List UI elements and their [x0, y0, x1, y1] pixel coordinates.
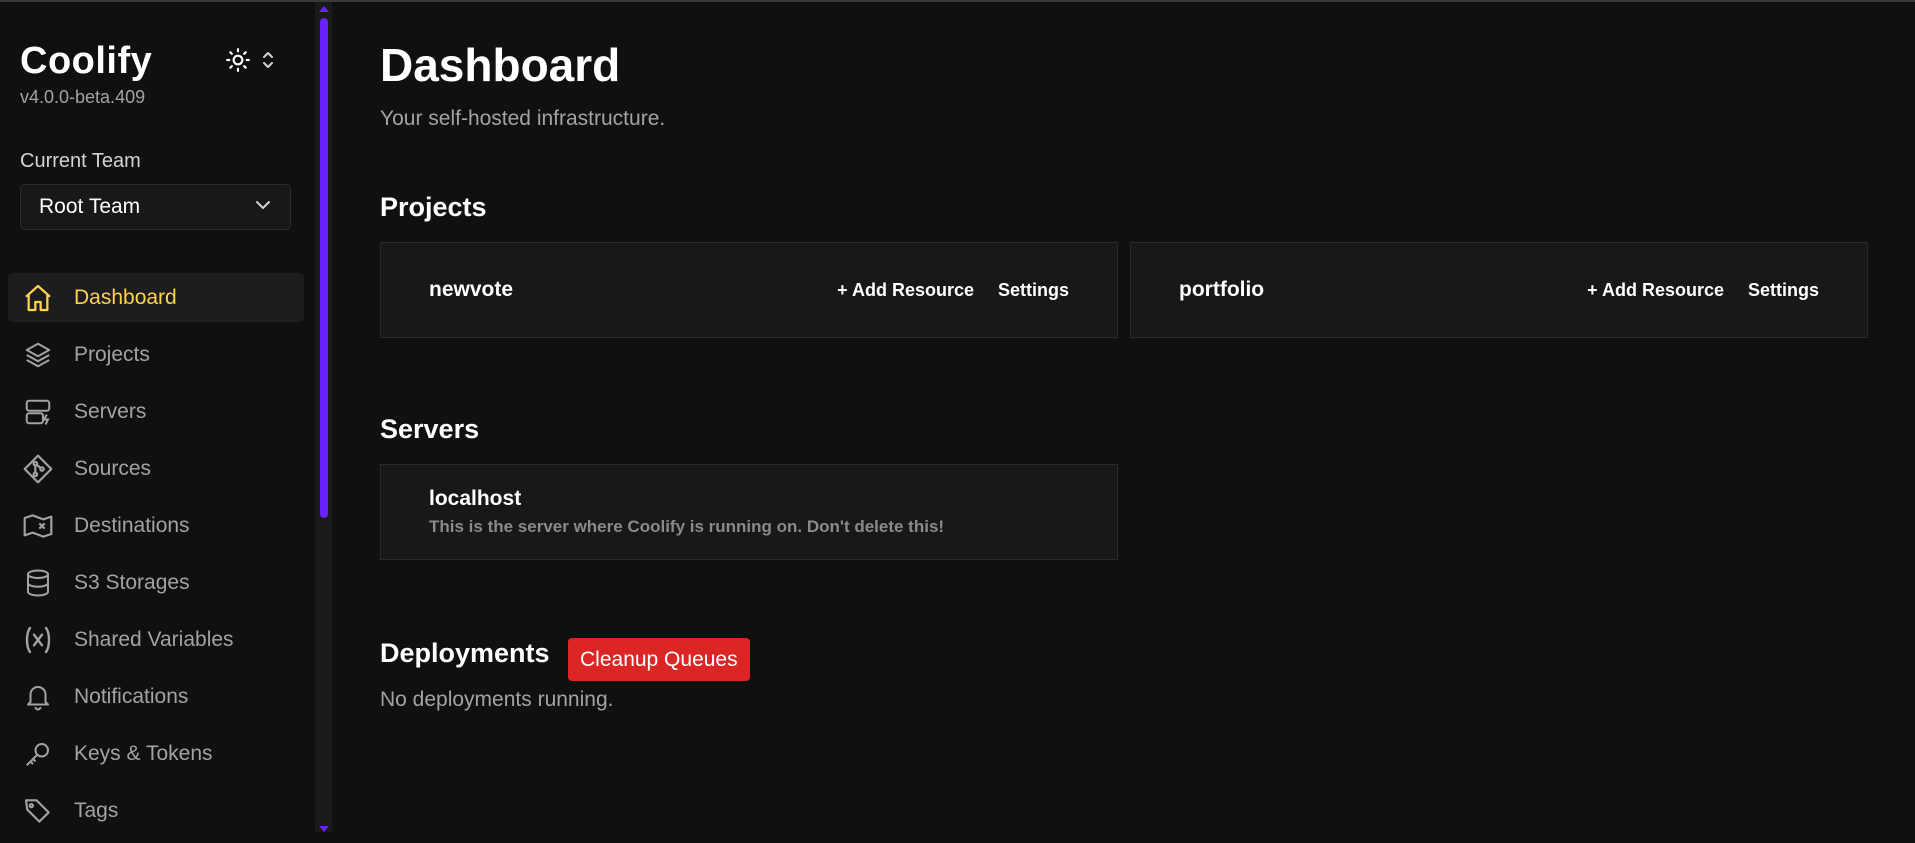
variable-icon	[22, 624, 54, 656]
app-version: v4.0.0-beta.409	[20, 87, 146, 107]
sidebar-item-destinations[interactable]: Destinations	[8, 501, 304, 550]
map-icon	[22, 510, 54, 542]
team-select-value: Root Team	[39, 195, 141, 218]
page-subtitle: Your self-hosted infrastructure.	[380, 107, 666, 130]
project-name[interactable]: portfolio	[1179, 278, 1563, 302]
sidebar-item-sources[interactable]: Sources	[8, 444, 304, 493]
sun-icon	[225, 47, 251, 78]
server-name: localhost	[429, 487, 522, 510]
sidebar-item-label: Sources	[74, 456, 152, 480]
sidebar-item-servers[interactable]: Servers	[8, 387, 304, 436]
sidebar-item-s3-storages[interactable]: S3 Storages	[8, 558, 304, 607]
layers-icon	[22, 339, 54, 371]
server-icon	[22, 396, 54, 428]
tags-icon	[22, 795, 54, 827]
sidebar-item-dashboard[interactable]: Dashboard	[8, 273, 304, 322]
sidebar-item-tags[interactable]: Tags	[8, 786, 304, 835]
theme-toggle[interactable]	[225, 47, 285, 78]
sidebar-item-shared-variables[interactable]: Shared Variables	[8, 615, 304, 664]
sidebar-item-notifications[interactable]: Notifications	[8, 672, 304, 721]
sidebar-item-label: Shared Variables	[74, 627, 234, 651]
key-icon	[22, 738, 54, 770]
database-icon	[22, 567, 54, 599]
cleanup-queues-button[interactable]: Cleanup Queues	[568, 638, 750, 681]
scroll-up-arrow-icon[interactable]	[319, 6, 329, 12]
add-resource-button[interactable]: + Add Resource	[837, 280, 974, 301]
servers-heading: Servers	[380, 414, 480, 444]
sidebar-item-label: Servers	[74, 399, 147, 423]
project-name[interactable]: newvote	[429, 278, 813, 302]
sidebar-item-label: Notifications	[74, 684, 189, 708]
chevron-updown-icon	[261, 50, 275, 75]
project-card-newvote[interactable]: newvote + Add Resource Settings	[380, 242, 1118, 338]
sidebar: Coolify v4.0.0-beta.409 Current Team Roo…	[0, 2, 315, 832]
team-select[interactable]: Root Team	[20, 184, 291, 230]
scroll-down-arrow-icon[interactable]	[319, 826, 329, 832]
projects-heading: Projects	[380, 192, 487, 222]
sidebar-item-label: Destinations	[74, 513, 190, 537]
no-deployments-text: No deployments running.	[380, 688, 614, 711]
current-team-label: Current Team	[20, 150, 141, 172]
sidebar-item-keys-tokens[interactable]: Keys & Tokens	[8, 729, 304, 778]
project-settings-button[interactable]: Settings	[998, 280, 1069, 301]
sidebar-item-label: Keys & Tokens	[74, 741, 213, 765]
project-settings-button[interactable]: Settings	[1748, 280, 1819, 301]
add-resource-button[interactable]: + Add Resource	[1587, 280, 1724, 301]
sidebar-item-label: S3 Storages	[74, 570, 190, 594]
sidebar-item-projects[interactable]: Projects	[8, 330, 304, 379]
git-icon	[22, 453, 54, 485]
sidebar-item-label: Projects	[74, 342, 150, 366]
sidebar-nav: Dashboard Projects Servers Sources Desti…	[8, 273, 304, 843]
sidebar-item-label: Dashboard	[74, 285, 177, 309]
app-name[interactable]: Coolify	[20, 40, 152, 83]
chevron-down-icon	[254, 198, 272, 216]
home-icon	[22, 282, 54, 314]
brand: Coolify v4.0.0-beta.409	[20, 40, 152, 108]
server-description: This is the server where Coolify is runn…	[429, 517, 945, 536]
server-card-localhost[interactable]: localhost This is the server where Cooli…	[380, 464, 1118, 560]
sidebar-item-label: Tags	[74, 798, 119, 822]
bell-icon	[22, 681, 54, 713]
page-title: Dashboard	[380, 39, 621, 91]
deployments-heading: Deployments	[380, 638, 550, 668]
scrollbar-thumb[interactable]	[320, 18, 328, 518]
project-card-portfolio[interactable]: portfolio + Add Resource Settings	[1130, 242, 1868, 338]
